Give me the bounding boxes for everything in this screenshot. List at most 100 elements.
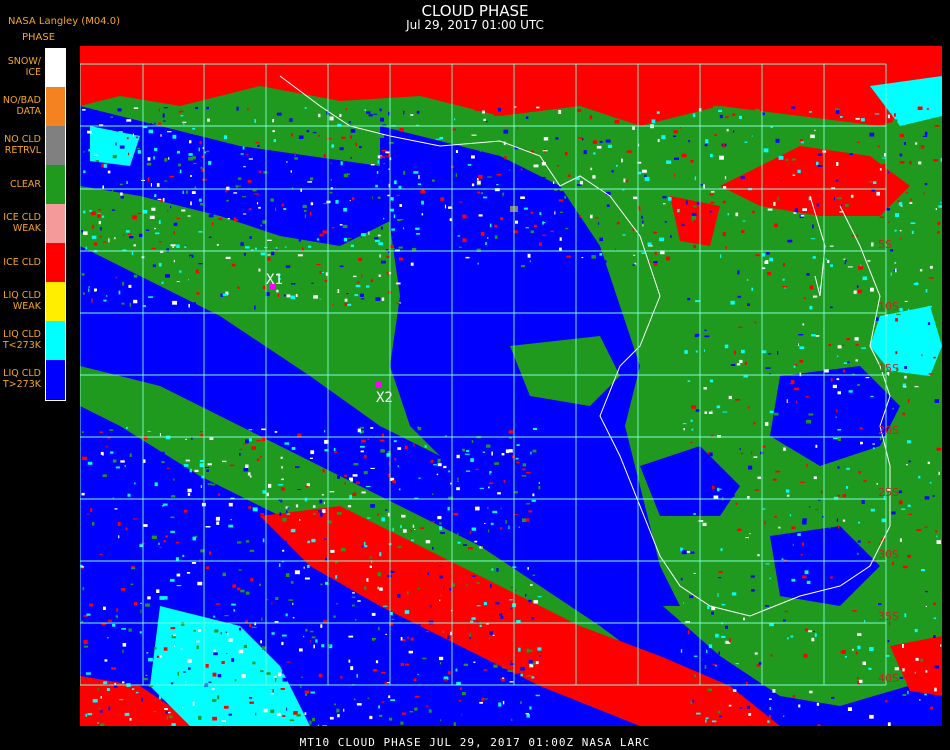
speckle [892, 561, 895, 566]
speckle [143, 677, 148, 681]
speckle [542, 234, 547, 236]
speckle [911, 433, 917, 436]
speckle [925, 590, 928, 593]
speckle [565, 227, 569, 230]
speckle [925, 605, 927, 607]
speckle [236, 106, 239, 111]
speckle [285, 265, 291, 268]
speckle [712, 220, 715, 222]
speckle [771, 266, 774, 268]
speckle [83, 224, 86, 228]
speckle [704, 665, 707, 669]
speckle [894, 229, 897, 232]
speckle [532, 574, 536, 576]
speckle [553, 181, 555, 184]
speckle [274, 452, 278, 455]
speckle [728, 395, 732, 400]
speckle [227, 632, 229, 636]
speckle [478, 174, 483, 179]
speckle [837, 139, 840, 142]
speckle [421, 213, 424, 216]
speckle [835, 416, 837, 418]
speckle [380, 117, 384, 122]
speckle [82, 292, 85, 295]
speckle [769, 698, 772, 700]
speckle [312, 717, 315, 722]
speckle [258, 170, 262, 173]
speckle [385, 509, 388, 511]
speckle [475, 440, 481, 444]
speckle [87, 576, 91, 581]
speckle [398, 246, 403, 249]
speckle [430, 604, 432, 609]
speckle [704, 144, 708, 147]
speckle [275, 597, 279, 600]
speckle [492, 504, 495, 507]
speckle [176, 244, 180, 248]
speckle [187, 215, 191, 217]
speckle [724, 344, 729, 349]
speckle [370, 467, 375, 469]
speckle [751, 135, 753, 137]
speckle [180, 226, 184, 229]
speckle [272, 119, 275, 123]
speckle [748, 713, 752, 716]
speckle [234, 282, 237, 286]
speckle [520, 701, 522, 705]
speckle [393, 440, 397, 443]
speckle [412, 524, 415, 528]
speckle [176, 150, 180, 154]
speckle [639, 208, 641, 212]
speckle [118, 290, 121, 295]
latitude-label: 15S [878, 362, 899, 375]
speckle [98, 209, 102, 211]
legend-label: ICE CLD WEAK [3, 212, 41, 234]
legend-label: NO CLD RETRVL [4, 134, 41, 156]
speckle [262, 437, 266, 441]
speckle [358, 257, 363, 261]
speckle [324, 538, 327, 540]
speckle [599, 140, 603, 143]
speckle [452, 557, 456, 560]
speckle [140, 542, 145, 545]
speckle [783, 370, 789, 374]
speckle [101, 660, 103, 663]
speckle [459, 164, 463, 167]
speckle [350, 244, 354, 248]
speckle [689, 520, 694, 525]
speckle [309, 720, 312, 725]
speckle [503, 194, 508, 197]
speckle [118, 131, 123, 134]
speckle [730, 300, 735, 305]
speckle [903, 386, 907, 388]
speckle [846, 338, 850, 341]
speckle [396, 282, 401, 285]
speckle [268, 483, 272, 488]
speckle [529, 260, 531, 263]
speckle [793, 365, 796, 368]
speckle [483, 669, 488, 671]
speckle [209, 551, 211, 555]
speckle [192, 701, 195, 706]
speckle [847, 266, 853, 268]
speckle [102, 474, 107, 477]
speckle [397, 219, 401, 222]
speckle [609, 126, 612, 129]
speckle [876, 483, 878, 485]
speckle [771, 469, 773, 472]
speckle [420, 527, 425, 529]
speckle [379, 714, 383, 717]
speckle [696, 712, 701, 715]
speckle [119, 183, 123, 186]
speckle [393, 227, 398, 229]
speckle [860, 441, 863, 445]
speckle [927, 461, 930, 465]
speckle [196, 645, 199, 650]
speckle [850, 148, 853, 151]
speckle [191, 562, 197, 564]
speckle [350, 128, 356, 133]
speckle [197, 629, 202, 632]
speckle [791, 106, 796, 109]
speckle [786, 494, 790, 497]
speckle [256, 439, 261, 442]
